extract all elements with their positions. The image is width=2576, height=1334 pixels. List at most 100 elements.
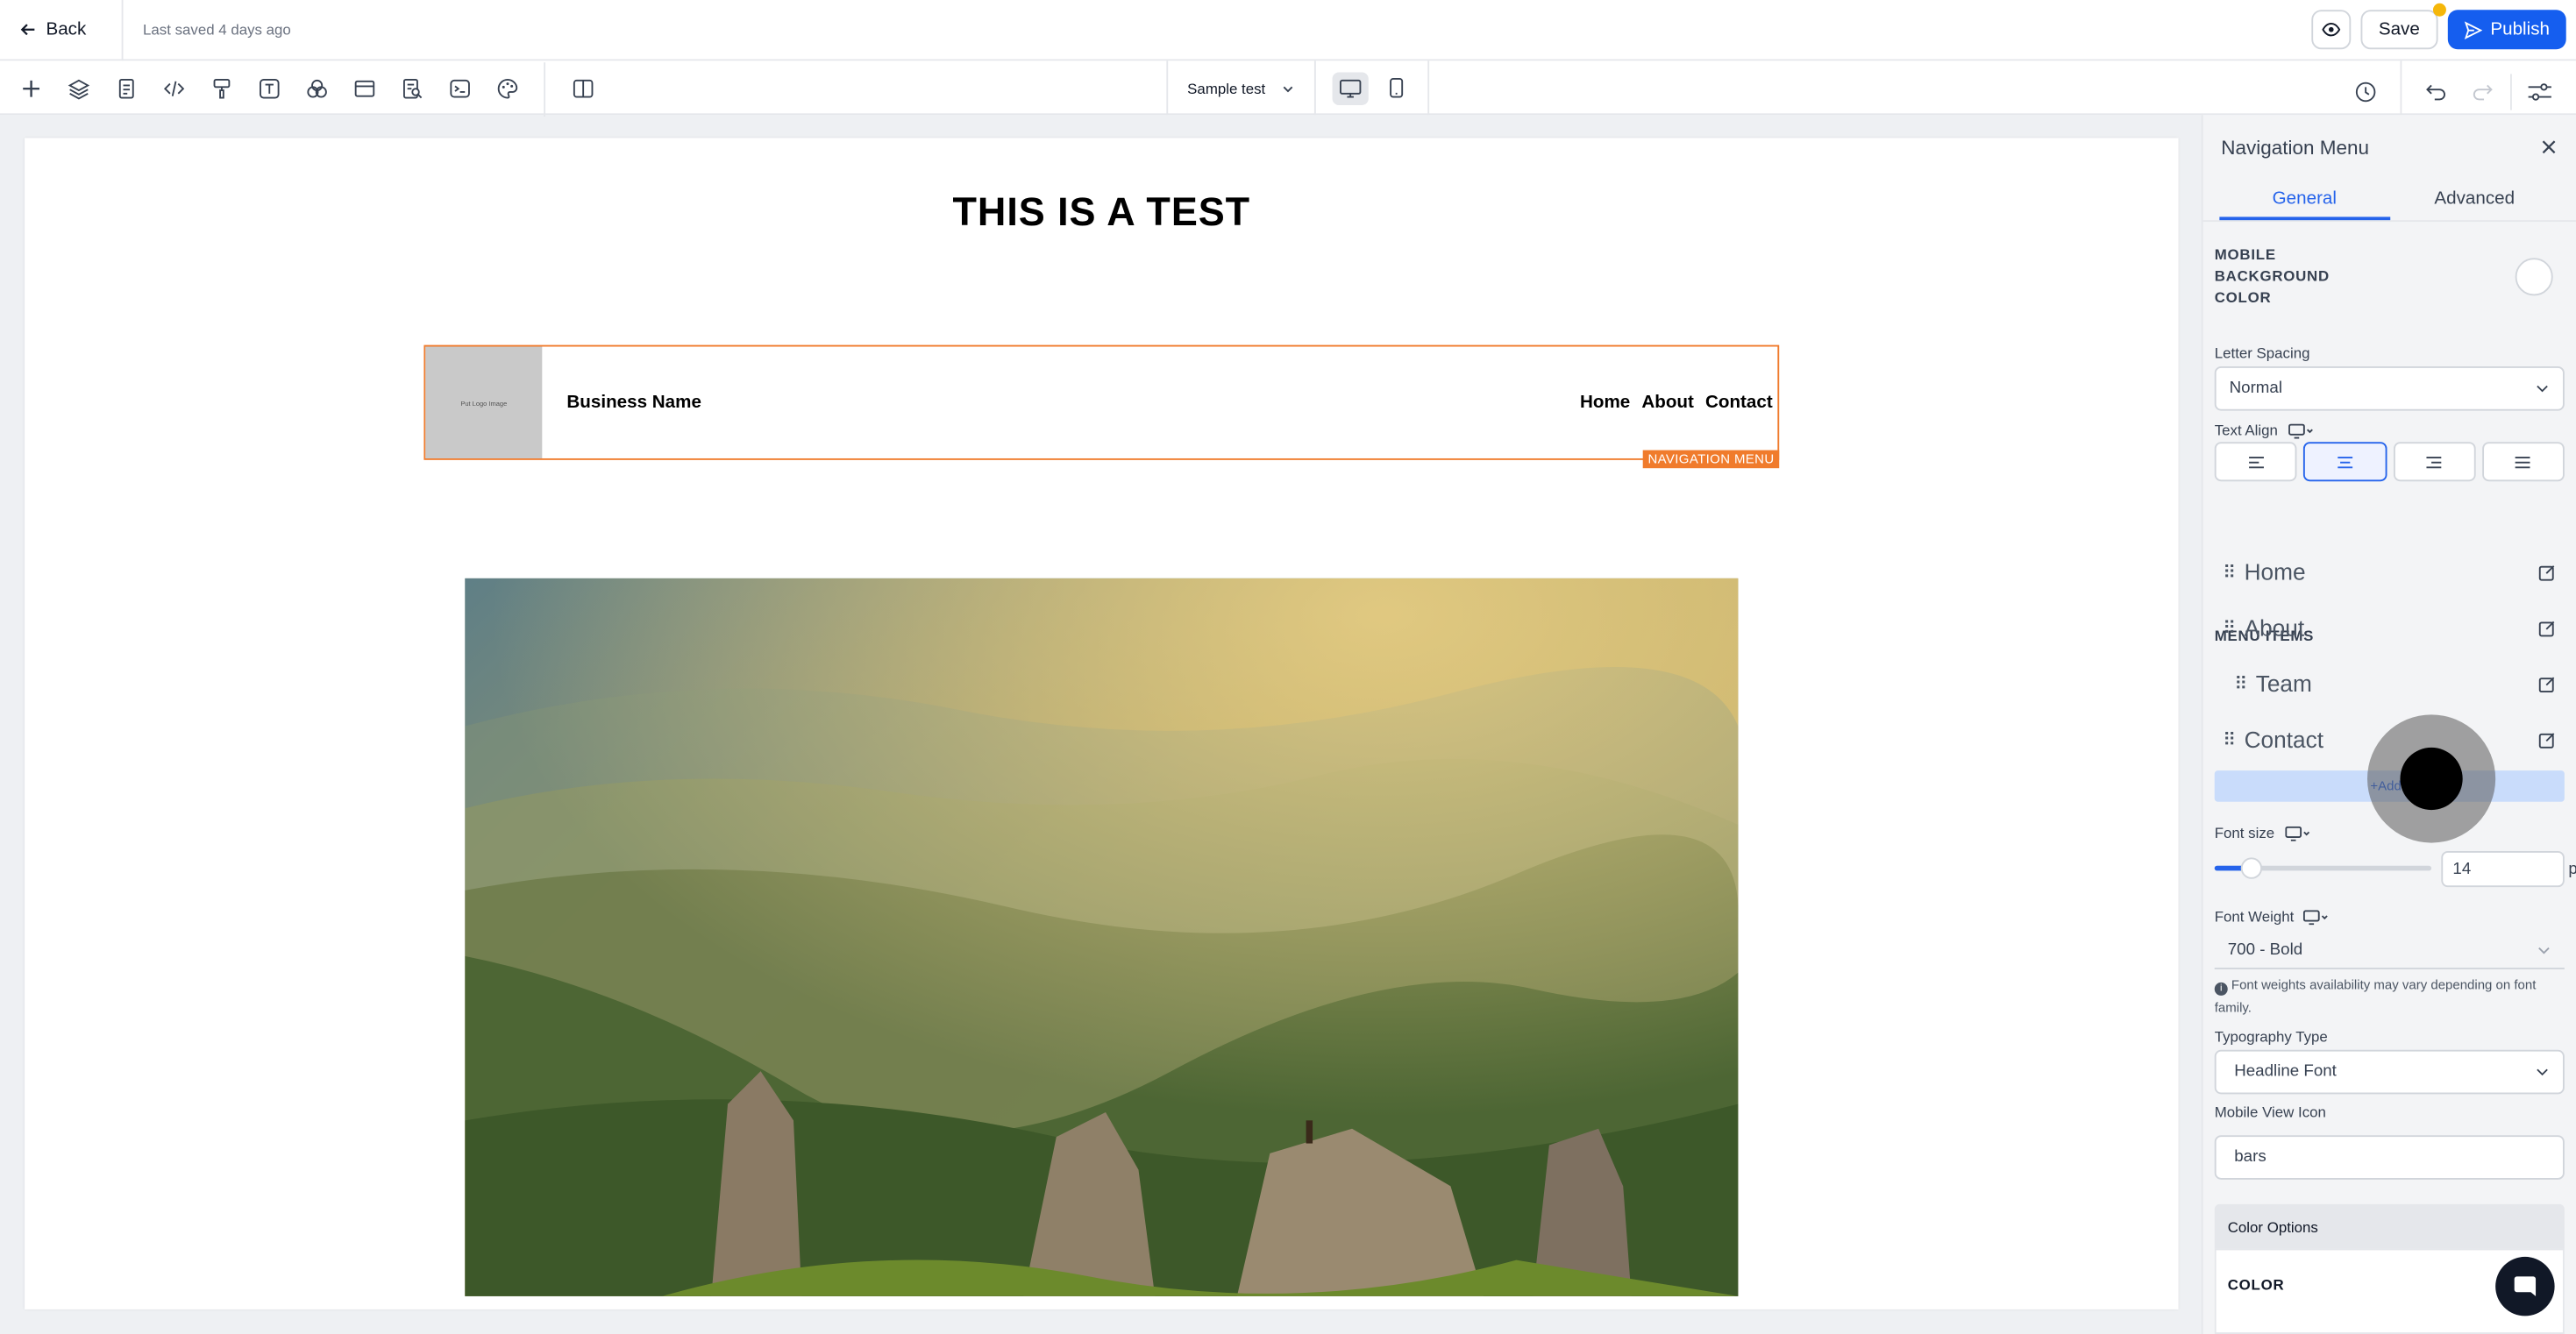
drag-handle-icon[interactable]: ⠿	[2223, 561, 2236, 582]
align-center-button[interactable]	[2303, 442, 2387, 482]
mobile-view-button[interactable]	[1377, 72, 1413, 104]
menu-item-label: Team	[2255, 670, 2312, 697]
properties-panel: Navigation Menu General Advanced MOBILE …	[2201, 115, 2576, 1334]
mobile-bg-color-picker[interactable]	[2515, 258, 2553, 296]
mobile-view-icon-label: Mobile View Icon	[2214, 1103, 2326, 1121]
page-heading[interactable]: THIS IS A TEST	[25, 190, 2178, 236]
shapes-icon	[306, 78, 326, 97]
mobile-icon	[1389, 78, 1403, 98]
font-weight-note-text: Font weights availability may vary depen…	[2214, 977, 2537, 1016]
drag-handle-icon[interactable]: ⠿	[2223, 617, 2236, 638]
save-button[interactable]: Save	[2360, 10, 2438, 50]
terminal-icon	[449, 78, 469, 97]
add-element-button[interactable]	[13, 71, 47, 105]
font-weight-note: i Font weights availability may vary dep…	[2214, 975, 2565, 1020]
typography-type-value: Headline Font	[2234, 1062, 2337, 1082]
chat-support-button[interactable]	[2495, 1256, 2555, 1316]
align-justify-button[interactable]	[2481, 442, 2565, 482]
mountain-landscape-image	[465, 578, 1739, 1296]
nav-link-about[interactable]: About	[1641, 393, 1694, 412]
redo-button[interactable]	[2465, 74, 2501, 110]
menu-item[interactable]: ⠿ About	[2215, 600, 2565, 656]
tab-general[interactable]: General	[2219, 179, 2390, 221]
font-weight-label: Font Weight	[2214, 908, 2295, 926]
drag-handle-icon[interactable]: ⠿	[2234, 673, 2247, 693]
preview-button[interactable]	[2311, 10, 2351, 50]
undo-button[interactable]	[2418, 74, 2454, 110]
font-size-input[interactable]: 14 px	[2441, 850, 2576, 888]
slider-handle[interactable]	[2241, 857, 2263, 879]
terminal-button[interactable]	[442, 71, 476, 105]
logo-placeholder[interactable]: Put Logo Image	[425, 346, 543, 458]
font-weight-select[interactable]: 700 - Bold	[2214, 932, 2565, 969]
arrow-left-icon	[20, 24, 35, 36]
undo-icon	[2426, 84, 2445, 101]
theme-button[interactable]	[489, 71, 523, 105]
layers-icon	[67, 78, 89, 99]
chat-icon	[2514, 1276, 2537, 1296]
tab-advanced[interactable]: Advanced	[2389, 179, 2559, 220]
edit-icon[interactable]	[2538, 730, 2557, 749]
history-button[interactable]	[2348, 74, 2384, 110]
settings-panel-button[interactable]	[2510, 74, 2566, 110]
pages-icon	[117, 78, 133, 98]
color-options-header[interactable]: Color Options	[2214, 1203, 2565, 1249]
add-icon	[22, 79, 39, 96]
business-name[interactable]: Business Name	[566, 393, 701, 412]
desktop-icon[interactable]	[2303, 909, 2330, 925]
layout-icon	[353, 79, 374, 96]
edit-icon[interactable]	[2538, 674, 2557, 692]
page-select[interactable]: Sample test	[1166, 60, 1316, 116]
desktop-view-button[interactable]	[1331, 71, 1368, 105]
close-icon[interactable]	[2540, 138, 2558, 156]
edit-icon[interactable]	[2538, 619, 2557, 637]
shapes-button[interactable]	[299, 71, 333, 105]
align-right-icon	[2426, 456, 2442, 468]
font-size-slider[interactable]	[2214, 857, 2432, 879]
edit-icon[interactable]	[2538, 563, 2557, 581]
slider-track[interactable]	[2214, 857, 2432, 879]
editor-toolbar: Sample test	[0, 60, 2576, 117]
align-center-icon	[2338, 456, 2352, 468]
cursor-pointer	[2400, 747, 2463, 811]
selected-element-tag: NAVIGATION MENU	[1642, 450, 1780, 469]
code-button[interactable]	[156, 71, 190, 105]
navigation-menu-block[interactable]: Put Logo Image Business Name Home About …	[423, 344, 1780, 469]
drag-handle-icon[interactable]: ⠿	[2223, 728, 2236, 749]
align-left-button[interactable]	[2214, 442, 2297, 482]
seo-button[interactable]	[395, 71, 429, 105]
layout-button[interactable]	[346, 71, 381, 105]
color-options-label: Color Options	[2227, 1217, 2318, 1235]
panel-header: Navigation Menu	[2203, 115, 2576, 179]
pages-button[interactable]	[109, 71, 143, 105]
publish-button[interactable]: Publish	[2432, 3, 2566, 50]
letter-spacing-select[interactable]: Normal	[2214, 365, 2565, 411]
layers-button[interactable]	[60, 71, 95, 105]
style-button[interactable]	[203, 71, 238, 105]
history-icon	[2355, 82, 2376, 103]
desktop-icon[interactable]	[2284, 825, 2310, 841]
hero-image[interactable]	[465, 578, 1739, 1296]
chevron-down-icon	[2537, 385, 2548, 393]
align-right-button[interactable]	[2393, 442, 2476, 482]
text-align-header: Text Align	[2215, 422, 2314, 438]
paint-icon	[212, 78, 230, 98]
typography-type-select[interactable]: Headline Font	[2214, 1049, 2565, 1095]
desktop-icon[interactable]	[2288, 422, 2314, 438]
back-button[interactable]: Back	[0, 0, 124, 60]
menu-item-label: Contact	[2244, 726, 2323, 753]
text-button[interactable]	[252, 71, 286, 105]
nav-link-home[interactable]: Home	[1580, 393, 1630, 412]
menu-item[interactable]: ⠿ Team	[2215, 656, 2565, 712]
text-align-group	[2214, 442, 2565, 482]
mobile-view-icon-input[interactable]: bars	[2214, 1135, 2565, 1180]
menu-item[interactable]: ⠿ Home	[2215, 543, 2565, 600]
chevron-down-icon	[2538, 946, 2550, 954]
eye-icon	[2322, 23, 2340, 37]
device-toggle	[1318, 60, 1430, 116]
font-weight-header: Font Weight	[2214, 908, 2330, 926]
notification-badge	[2432, 3, 2446, 17]
nav-link-contact[interactable]: Contact	[1705, 393, 1773, 412]
split-view-button[interactable]	[566, 71, 600, 105]
seo-icon	[402, 78, 422, 98]
